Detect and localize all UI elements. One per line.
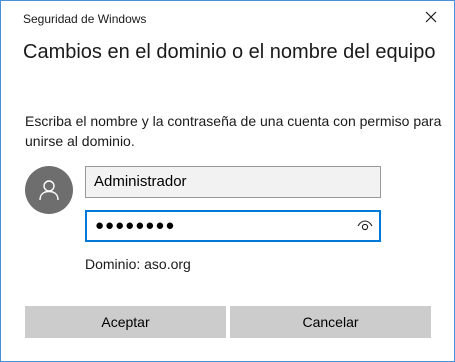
- cancel-button[interactable]: Cancelar: [230, 306, 431, 338]
- windows-security-dialog: Seguridad de Windows Cambios en el domin…: [0, 0, 455, 362]
- eye-icon: [357, 220, 373, 231]
- close-icon: [425, 11, 437, 23]
- password-value: ●●●●●●●●: [95, 217, 176, 234]
- ok-button[interactable]: Aceptar: [25, 306, 226, 338]
- dialog-description: Escriba el nombre y la contraseña de una…: [25, 113, 442, 149]
- title-bar: Seguridad de Windows: [1, 1, 454, 33]
- reveal-password-button[interactable]: [355, 217, 375, 235]
- user-avatar: [25, 166, 73, 214]
- close-button[interactable]: [408, 1, 454, 33]
- username-value: Administrador: [94, 173, 187, 190]
- username-field[interactable]: Administrador: [85, 166, 381, 198]
- dialog-heading: Cambios en el dominio o el nombre del eq…: [23, 41, 436, 63]
- user-avatar-icon: [39, 180, 59, 201]
- password-field[interactable]: ●●●●●●●●: [85, 210, 381, 242]
- window-title: Seguridad de Windows: [23, 12, 147, 26]
- domain-label: Dominio: aso.org: [85, 256, 191, 272]
